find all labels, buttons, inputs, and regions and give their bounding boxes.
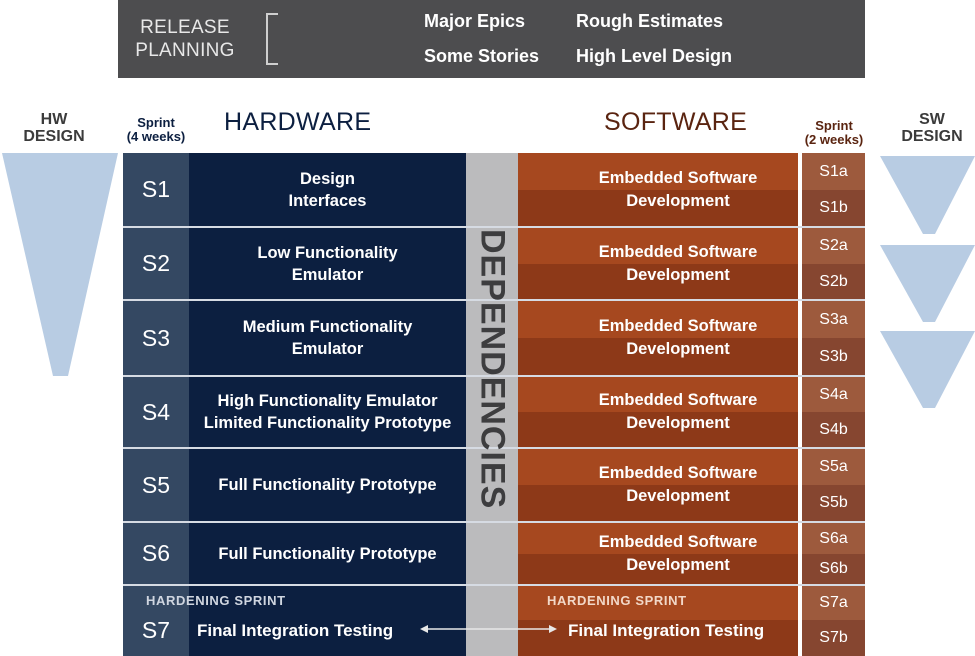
release-item-major-epics: Major Epics — [424, 11, 526, 31]
sw-sprint-header-line2: (2 weeks) — [804, 132, 864, 147]
sw-deliverable-line1: Embedded Software — [598, 391, 758, 409]
sw-deliverable-cell: Embedded Software Development — [518, 153, 838, 226]
sw-sprint-s6a: S6a — [802, 523, 865, 554]
dependencies-column: DEPENDENCIES — [466, 153, 518, 585]
sw-sprint-header-line1: Sprint — [815, 118, 853, 133]
sw-deliverable-line2: Development — [626, 555, 730, 574]
sw-design-label: SW DESIGN — [892, 111, 972, 145]
hw-final-integration-testing: Final Integration Testing — [197, 621, 394, 640]
release-item-rough-estimates: Rough Estimates — [576, 11, 724, 31]
hw-deliverable-line1: Medium Functionality — [242, 318, 413, 336]
hw-sprint-header-line1: Sprint — [137, 115, 175, 130]
sw-sprint-header: Sprint (2 weeks) — [794, 119, 874, 147]
release-planning-title-line2: PLANNING — [135, 40, 235, 61]
hw-deliverable-line1: Design — [299, 169, 355, 188]
hw-design-funnel — [2, 153, 118, 376]
sw-sprint-s4b: S4b — [802, 412, 865, 447]
sw-deliverable-line1: Embedded Software — [598, 168, 758, 187]
sw-deliverable-line1: Embedded Software — [598, 317, 758, 335]
hw-sprint-s6: S6 — [123, 523, 189, 584]
hw-sprint-s2: S2 — [123, 228, 189, 299]
sw-sprint-s2b: S2b — [802, 264, 865, 299]
hw-deliverable-cell: Low Functionality Emulator — [189, 228, 466, 299]
sw-deliverable-line2: Development — [626, 487, 730, 505]
sw-sprint-s7a: S7a — [802, 586, 865, 620]
sw-deliverable-cell: Embedded Software Development — [518, 449, 838, 521]
sw-sprint-s2a: S2a — [802, 228, 865, 264]
hw-sprint-label: S7 — [141, 617, 171, 643]
sw-deliverable-cell: Embedded Software Development — [518, 228, 838, 299]
hw-deliverable-line2: Emulator — [291, 265, 364, 284]
release-planning-title: RELEASE PLANNING — [130, 16, 240, 62]
hardware-title: HARDWARE — [224, 108, 372, 136]
sw-design-label-line1: SW — [919, 111, 945, 128]
hw-sprint-s3: S3 — [123, 301, 189, 375]
hw-deliverable-line1: Low Functionality — [257, 243, 398, 262]
sw-sprint-s5b: S5b — [802, 485, 865, 521]
sw-sprint-s5a: S5a — [802, 449, 865, 485]
sw-design-funnel-2 — [880, 245, 975, 322]
hw-deliverable-cell: Design Interfaces — [189, 153, 466, 226]
sw-design-funnel-1 — [880, 156, 975, 234]
hw-design-label-line2: DESIGN — [23, 128, 85, 145]
hw-deliverable-line2: Emulator — [291, 340, 364, 358]
hw-sprint-header: Sprint (4 weeks) — [118, 116, 194, 144]
sw-deliverable-line1: Embedded Software — [598, 464, 758, 482]
hw-deliverable-cell: Full Functionality Prototype — [189, 449, 466, 521]
sw-deliverable-cell: Embedded Software Development — [518, 301, 838, 375]
hw-sprint-s4: S4 — [123, 377, 189, 447]
sw-final-integration-testing: Final Integration Testing — [568, 621, 765, 640]
hw-design-label-line1: HW — [40, 111, 68, 128]
software-title: SOFTWARE — [604, 108, 748, 136]
hw-deliverable-line1: High Functionality Emulator — [217, 392, 438, 410]
dependencies-hardening-cell — [466, 586, 518, 656]
sw-sprint-s1b: S1b — [802, 190, 865, 226]
hw-sprint-s5: S5 — [123, 449, 189, 521]
release-planning-title-line1: RELEASE — [140, 17, 230, 38]
sw-design-label-line2: DESIGN — [901, 128, 963, 145]
sw-design-funnel-3 — [880, 331, 975, 408]
sw-deliverable-line2: Development — [626, 340, 730, 358]
hw-deliverable-cell: High Functionality Emulator Limited Funct… — [189, 377, 466, 447]
hw-deliverable-line1: Full Functionality Prototype — [218, 476, 437, 494]
sw-deliverable-line1: Embedded Software — [598, 242, 758, 261]
release-item-high-level-design: High Level Design — [576, 46, 733, 66]
release-item-some-stories: Some Stories — [424, 46, 540, 66]
sw-sprint-s3a: S3a — [802, 301, 865, 338]
sw-deliverable-line2: Development — [626, 265, 730, 284]
hw-deliverable-line2: Interfaces — [288, 191, 367, 210]
hw-deliverable-cell: Full Functionality Prototype — [189, 523, 466, 584]
sw-sprint-s4a: S4a — [802, 377, 865, 412]
sw-sprint-s1a: S1a — [802, 153, 865, 190]
hw-deliverable-line2: Limited Functionality Prototype — [203, 414, 452, 432]
sw-hardening-label: HARDENING SPRINT — [547, 593, 687, 608]
bracket-icon — [266, 13, 278, 65]
sw-sprint-s7b: S7b — [802, 620, 865, 656]
hw-deliverable-line1: Full Functionality Prototype — [218, 544, 437, 563]
dependencies-label: DEPENDENCIES — [473, 228, 512, 510]
hw-hardening-label: HARDENING SPRINT — [146, 593, 286, 608]
sw-deliverable-line2: Development — [626, 191, 730, 210]
sw-deliverable-cell: Embedded Software Development — [518, 377, 838, 447]
hw-design-label: HW DESIGN — [14, 111, 94, 145]
sw-deliverable-line2: Development — [626, 414, 730, 432]
hw-sprint-header-line2: (4 weeks) — [126, 129, 186, 144]
sw-sprint-s3b: S3b — [802, 338, 865, 375]
hw-deliverable-cell: Medium Functionality Emulator — [189, 301, 466, 375]
sw-sprint-s6b: S6b — [802, 554, 865, 584]
sw-deliverable-cell: Embedded Software Development — [518, 523, 838, 584]
hw-sprint-s1: S1 — [123, 153, 189, 226]
sw-deliverable-line1: Embedded Software — [598, 532, 758, 551]
